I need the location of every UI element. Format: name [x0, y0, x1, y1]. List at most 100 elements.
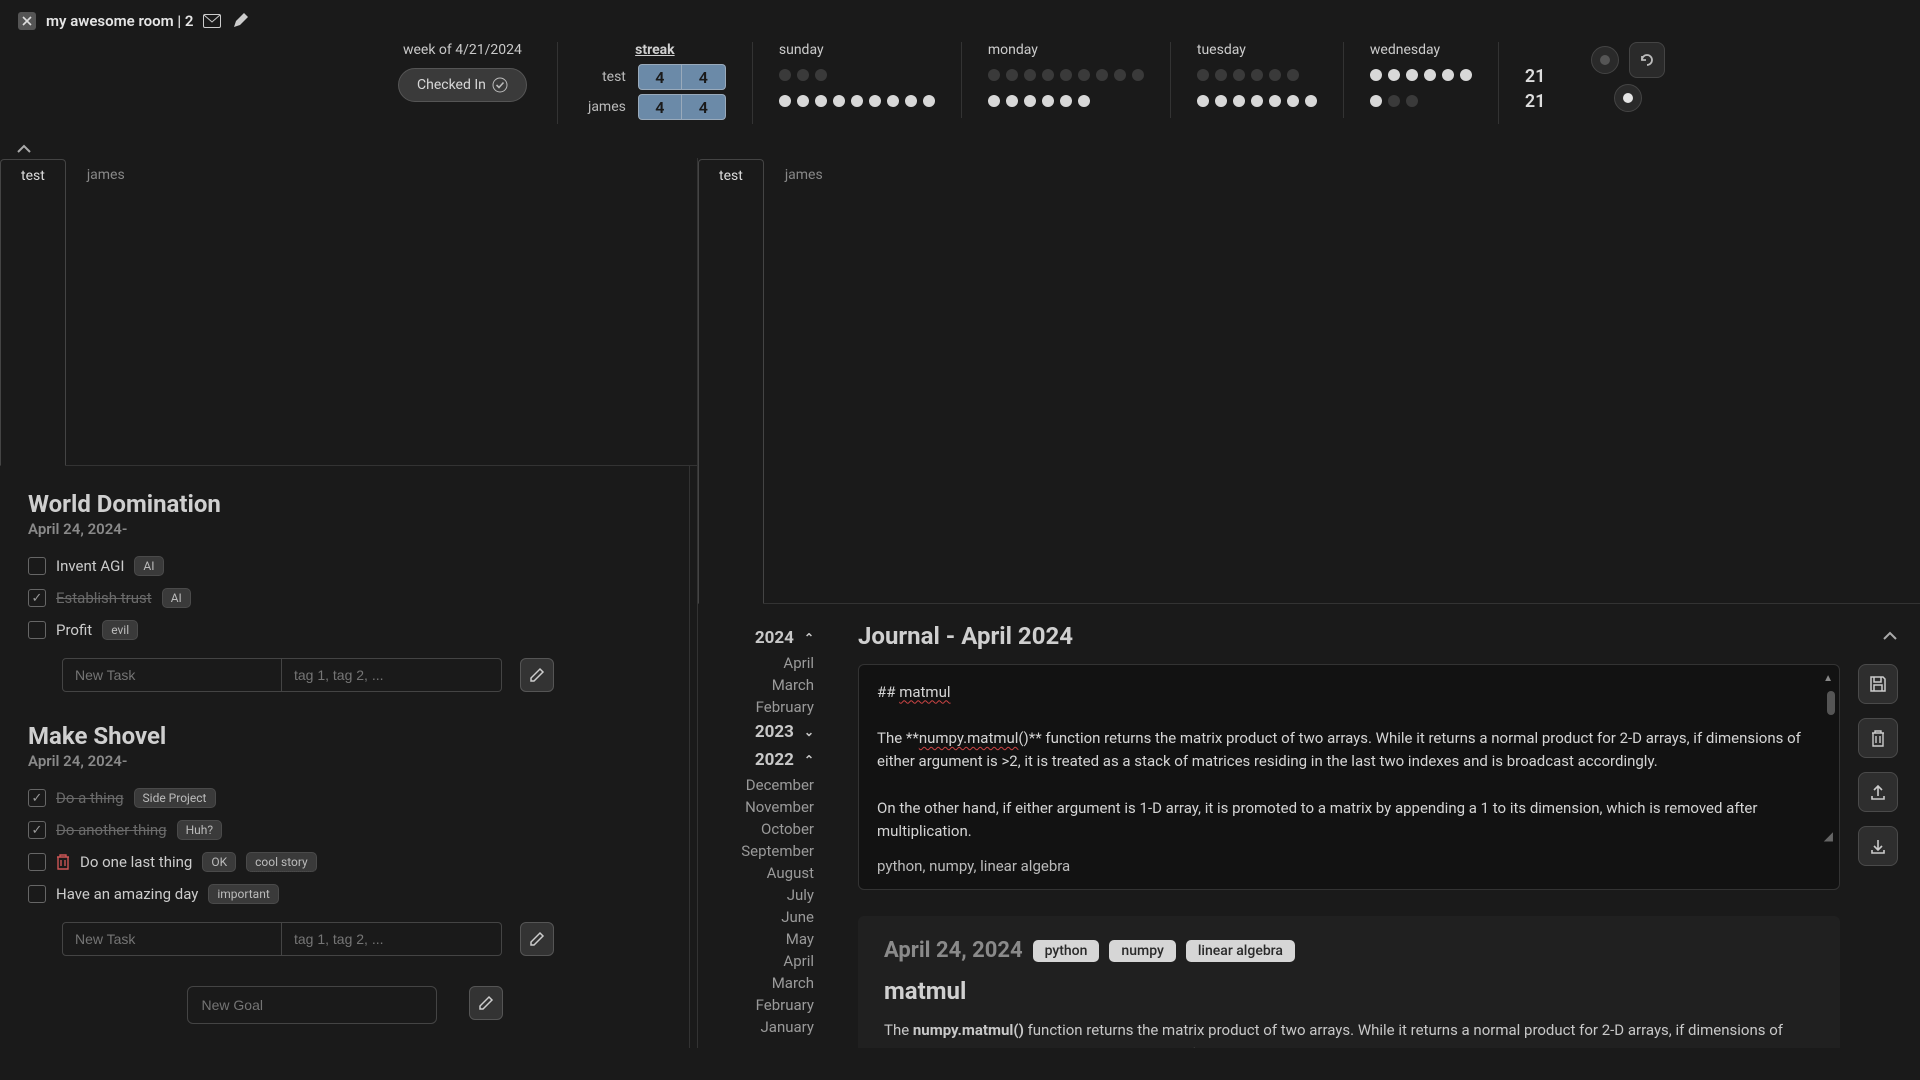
- streak-dot: [1287, 69, 1299, 81]
- task-tag[interactable]: AI: [134, 556, 163, 576]
- streak-dot: [779, 95, 791, 107]
- task-tag[interactable]: cool story: [246, 852, 317, 872]
- streak-dot: [1406, 69, 1418, 81]
- task-checkbox[interactable]: [28, 557, 46, 575]
- task-row: Do one last thing OK cool story: [28, 846, 661, 878]
- month-item[interactable]: June: [712, 906, 814, 928]
- task-text[interactable]: Have an amazing day: [56, 885, 198, 903]
- streak-dot: [1251, 69, 1263, 81]
- task-tag[interactable]: important: [208, 884, 278, 904]
- year-toggle[interactable]: 2024⌃: [712, 624, 814, 652]
- task-checkbox[interactable]: [28, 621, 46, 639]
- day-header: tuesday: [1197, 42, 1317, 58]
- streak-dot: [779, 69, 791, 81]
- streak-dot: [1024, 69, 1036, 81]
- streak-total-james: 21: [1525, 91, 1546, 112]
- year-toggle[interactable]: 2023⌄: [712, 718, 814, 746]
- task-row: Invent AGI AI: [28, 550, 661, 582]
- checked-in-pill[interactable]: Checked In: [398, 68, 527, 102]
- resize-handle-icon[interactable]: ◢: [1824, 829, 1833, 843]
- entry-tag[interactable]: python: [1033, 940, 1100, 962]
- entry-tag[interactable]: linear algebra: [1186, 940, 1295, 962]
- streak-dot: [1096, 69, 1108, 81]
- task-tag[interactable]: Side Project: [134, 788, 216, 808]
- tab-left-james[interactable]: james: [66, 158, 146, 465]
- mail-icon[interactable]: [203, 12, 221, 30]
- streak-dot: [1060, 69, 1072, 81]
- task-checkbox[interactable]: [28, 885, 46, 903]
- task-checkbox[interactable]: [28, 589, 46, 607]
- month-item[interactable]: December: [712, 774, 814, 796]
- task-text[interactable]: Do a thing: [56, 789, 124, 807]
- streak-dot: [1388, 95, 1400, 107]
- journal-editor[interactable]: ▲ ## matmul The **numpy.matmul()** funct…: [858, 664, 1840, 891]
- new-task-tags-input[interactable]: [282, 658, 502, 692]
- delete-entry-button[interactable]: [1858, 718, 1898, 758]
- collapse-streak-button[interactable]: [0, 142, 1920, 158]
- task-text[interactable]: Do another thing: [56, 821, 167, 839]
- task-checkbox[interactable]: [28, 789, 46, 807]
- entry-tag[interactable]: numpy: [1109, 940, 1175, 962]
- streak-dot: [905, 95, 917, 107]
- streak-dots-row: [1197, 92, 1317, 110]
- editor-tags-line[interactable]: python, numpy, linear algebra: [877, 857, 1821, 875]
- save-entry-button[interactable]: [1858, 664, 1898, 704]
- month-item[interactable]: February: [712, 696, 814, 718]
- streak-dot: [797, 95, 809, 107]
- new-task-input[interactable]: [62, 658, 282, 692]
- month-item[interactable]: February: [712, 994, 814, 1016]
- streak-box: 4: [638, 94, 682, 120]
- month-item[interactable]: May: [712, 928, 814, 950]
- task-tag[interactable]: AI: [162, 588, 191, 608]
- editor-scroll-arrows[interactable]: ▲: [1823, 673, 1833, 684]
- task-text[interactable]: Profit: [56, 621, 92, 639]
- view-toggle-1[interactable]: [1591, 46, 1619, 74]
- year-toggle[interactable]: 2022⌃: [712, 746, 814, 774]
- tab-left-test[interactable]: test: [0, 159, 66, 466]
- month-item[interactable]: August: [712, 862, 814, 884]
- download-entry-button[interactable]: [1858, 826, 1898, 866]
- edit-goal-button[interactable]: [520, 922, 554, 956]
- streak-dot: [1132, 69, 1144, 81]
- task-checkbox[interactable]: [28, 853, 46, 871]
- month-item[interactable]: September: [712, 840, 814, 862]
- task-tag[interactable]: OK: [202, 852, 236, 872]
- month-item[interactable]: July: [712, 884, 814, 906]
- new-task-input[interactable]: [62, 922, 282, 956]
- task-text[interactable]: Do one last thing: [80, 853, 192, 871]
- export-entry-button[interactable]: [1858, 772, 1898, 812]
- new-task-tags-input[interactable]: [282, 922, 502, 956]
- month-item[interactable]: April: [712, 950, 814, 972]
- new-goal-input[interactable]: [187, 986, 437, 1024]
- streak-dot: [1370, 95, 1382, 107]
- undo-button[interactable]: [1629, 42, 1665, 78]
- streak-dots-row: [1370, 92, 1472, 110]
- month-item[interactable]: March: [712, 972, 814, 994]
- month-item[interactable]: March: [712, 674, 814, 696]
- month-item[interactable]: October: [712, 818, 814, 840]
- close-room-button[interactable]: [18, 12, 36, 30]
- streak-dot: [1251, 95, 1263, 107]
- edit-goals-button[interactable]: [469, 986, 503, 1020]
- check-circle-icon: [492, 77, 508, 93]
- task-text[interactable]: Establish trust: [56, 589, 152, 607]
- delete-task-icon[interactable]: [56, 854, 70, 870]
- month-item[interactable]: April: [712, 652, 814, 674]
- task-tag[interactable]: evil: [102, 620, 138, 640]
- view-toggle-2[interactable]: [1614, 84, 1642, 112]
- tab-right-test[interactable]: test: [698, 159, 764, 604]
- tab-right-james[interactable]: james: [764, 158, 844, 603]
- streak-dot: [869, 95, 881, 107]
- month-item[interactable]: November: [712, 796, 814, 818]
- month-item[interactable]: January: [712, 1016, 814, 1038]
- task-text[interactable]: Invent AGI: [56, 557, 124, 575]
- streak-user-james: james: [584, 99, 626, 115]
- collapse-journal-button[interactable]: [1882, 631, 1898, 641]
- edit-goal-button[interactable]: [520, 658, 554, 692]
- task-tag[interactable]: Huh?: [177, 820, 222, 840]
- edit-room-icon[interactable]: [231, 12, 249, 30]
- task-checkbox[interactable]: [28, 821, 46, 839]
- upload-icon: [1869, 783, 1887, 801]
- editor-scrollbar[interactable]: [1827, 691, 1835, 715]
- streak-dot: [833, 95, 845, 107]
